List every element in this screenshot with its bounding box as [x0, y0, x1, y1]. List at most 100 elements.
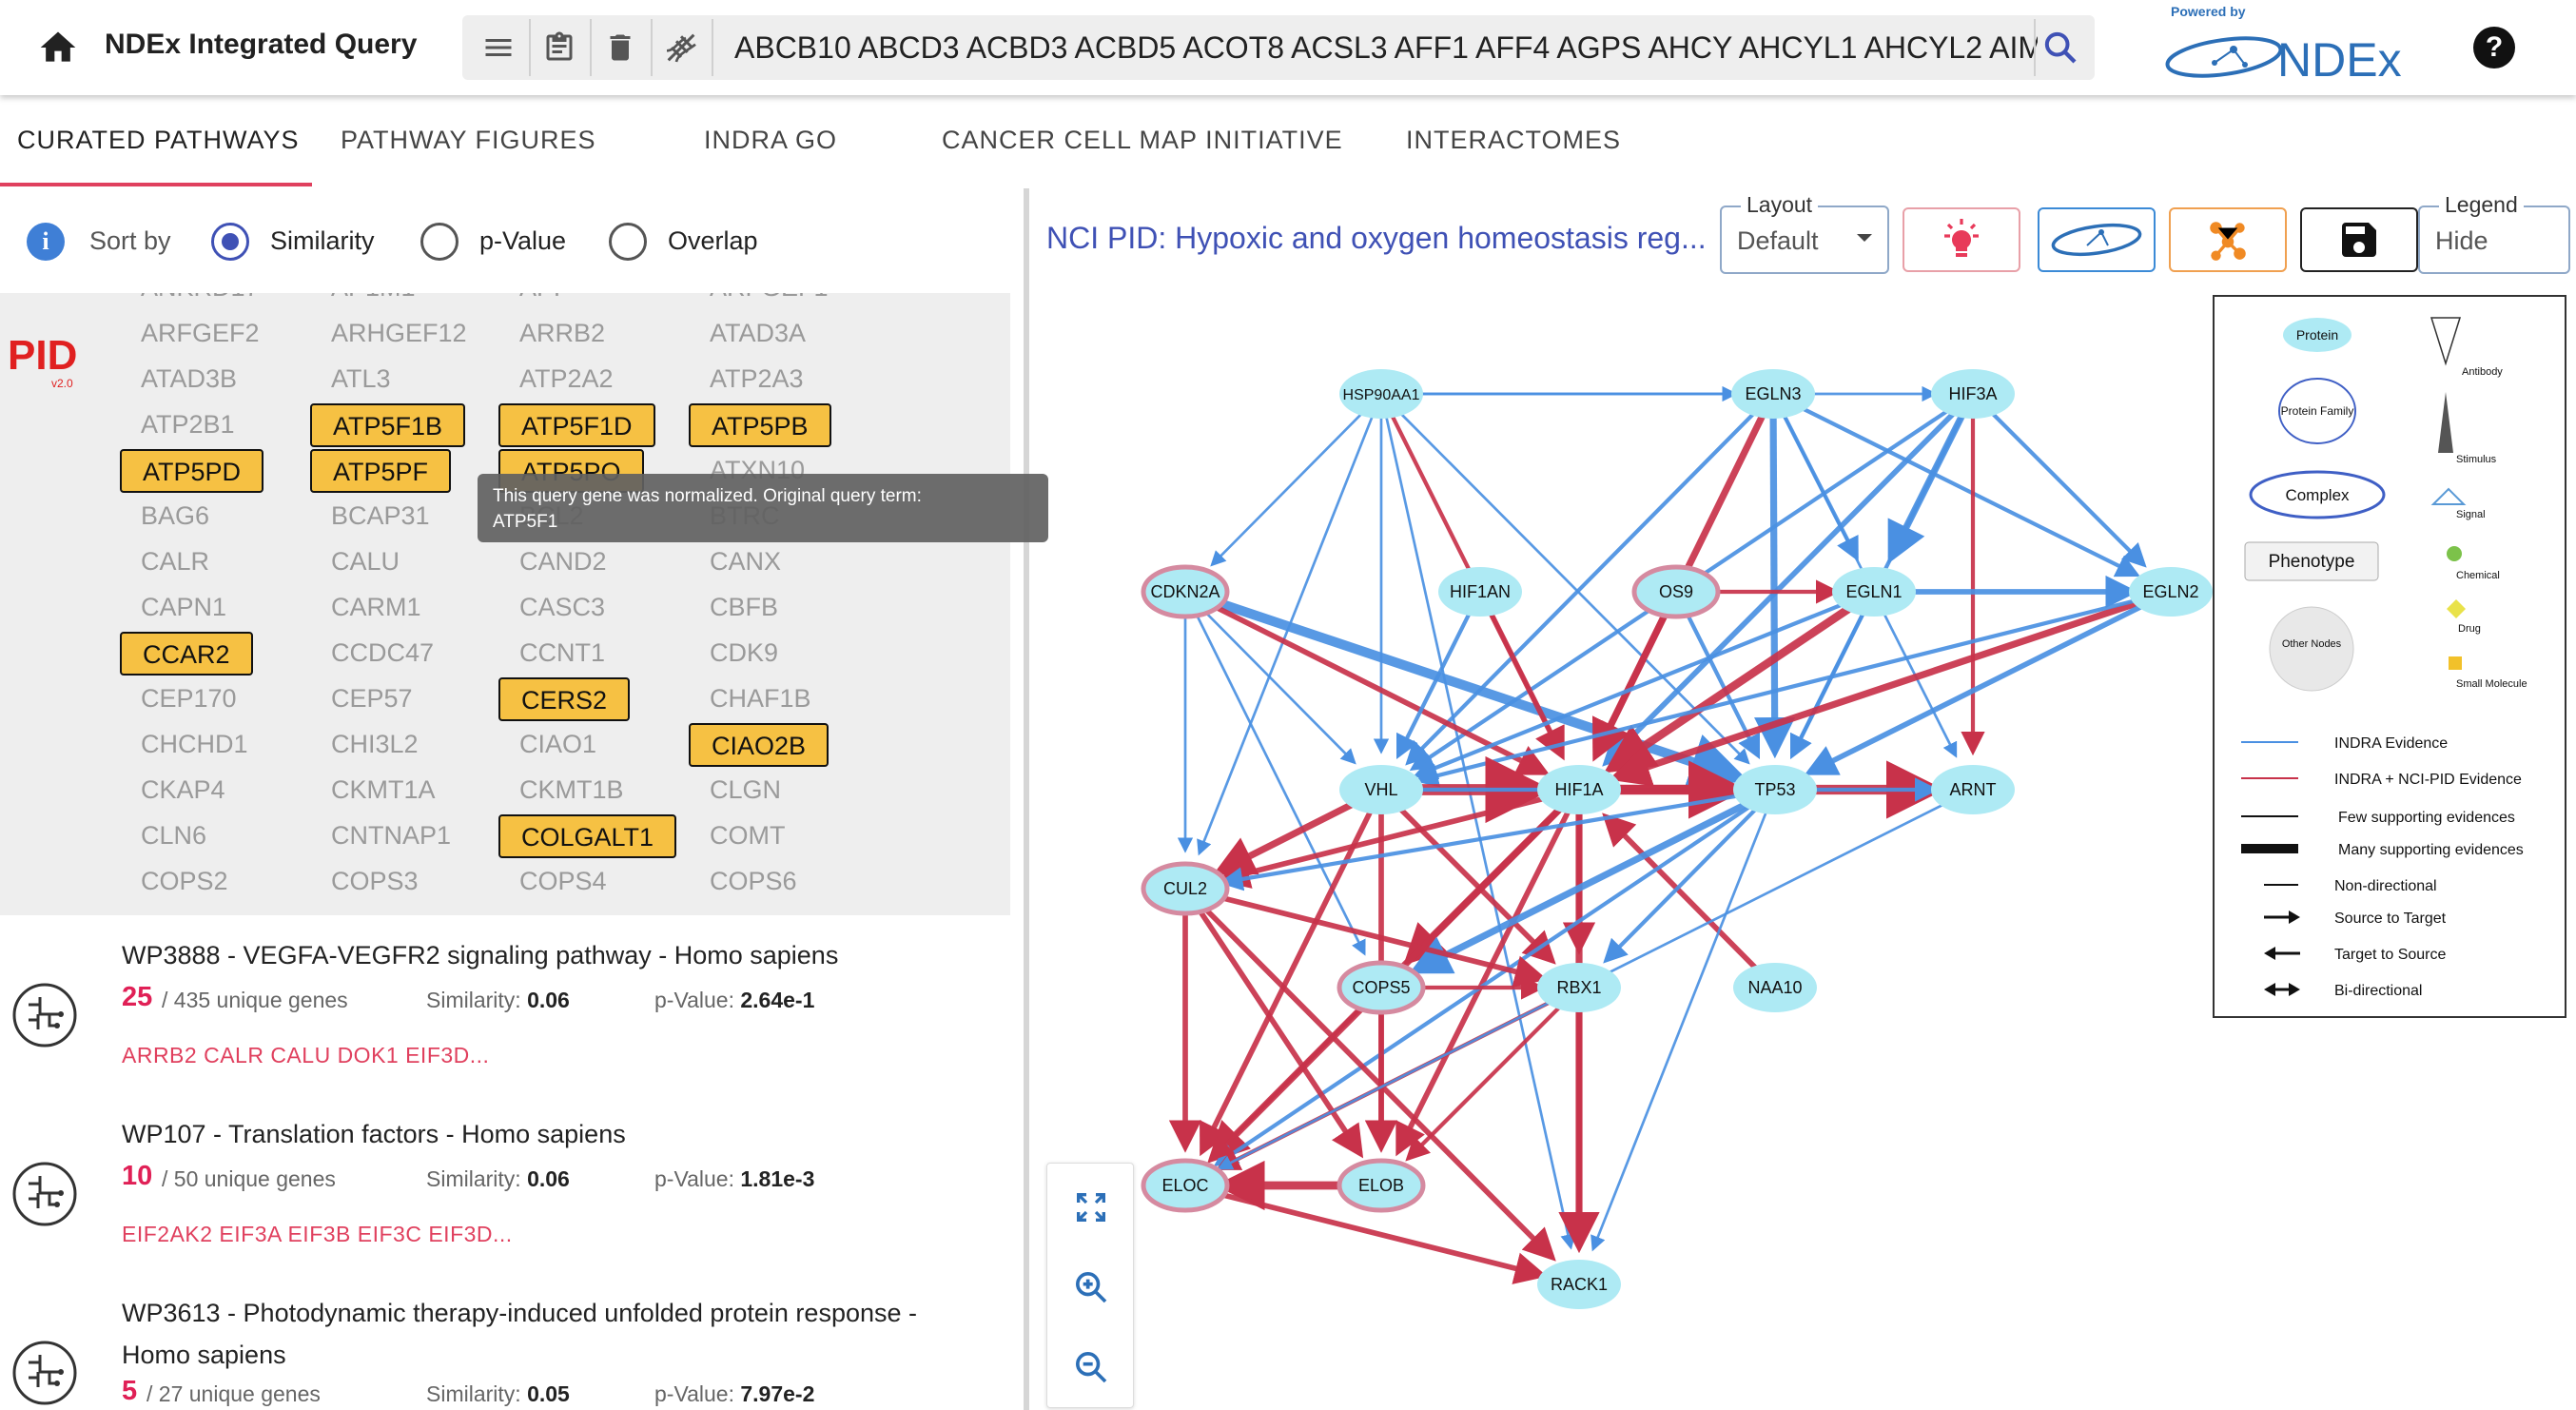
network-edge[interactable]: [1204, 599, 1551, 775]
network-node[interactable]: ELOC: [1141, 1158, 1230, 1213]
gene-chip[interactable]: AP1M1: [312, 293, 435, 310]
gene-chip[interactable]: BCAP31: [312, 495, 449, 539]
network-node[interactable]: RBX1: [1537, 963, 1621, 1012]
gene-chip[interactable]: ATP5PD: [120, 449, 264, 493]
gene-chip[interactable]: CHAF1B: [691, 677, 830, 721]
gene-chip[interactable]: ATP2B1: [122, 403, 254, 447]
gene-chip[interactable]: CIAO2B: [689, 723, 829, 767]
dna-icon[interactable]: [654, 23, 708, 72]
gene-chip[interactable]: COPS2: [122, 860, 247, 904]
result-title[interactable]: WP3613 - Photodynamic therapy-induced un…: [122, 1292, 978, 1376]
open-ndex-button[interactable]: [2038, 207, 2156, 272]
gene-chip[interactable]: CDK9: [691, 632, 797, 676]
gene-chip[interactable]: ATP2A3: [691, 358, 823, 401]
gene-chip[interactable]: CEP57: [312, 677, 432, 721]
open-cytoscape-button[interactable]: [2169, 207, 2287, 272]
gene-chip[interactable]: CKMT1A: [312, 769, 455, 813]
tab-cancer-cell-map[interactable]: CANCER CELL MAP INITIATIVE: [942, 126, 1343, 155]
gene-chip[interactable]: COPS3: [312, 860, 438, 904]
gene-chip[interactable]: ANKRD17: [122, 293, 279, 310]
network-edge[interactable]: [1210, 409, 1367, 567]
result-item[interactable]: WP107 - Translation factors - Homo sapie…: [0, 1113, 1010, 1284]
gene-chip[interactable]: CIAO1: [500, 723, 615, 767]
network-node[interactable]: ARNT: [1931, 765, 2015, 814]
network-edge[interactable]: [1200, 607, 1356, 765]
clipboard-icon[interactable]: [533, 23, 586, 72]
network-node[interactable]: EGLN3: [1731, 369, 1815, 419]
network-edge[interactable]: [1603, 600, 1858, 774]
gene-chip[interactable]: CERS2: [498, 677, 631, 721]
network-edge[interactable]: [1792, 401, 2140, 578]
gene-chip[interactable]: COPS4: [500, 860, 626, 904]
tab-indra-go[interactable]: INDRA GO: [704, 126, 837, 155]
network-edge[interactable]: [1603, 804, 1761, 964]
gene-chip[interactable]: CHI3L2: [312, 723, 438, 767]
gene-chip[interactable]: CALR: [122, 540, 228, 584]
ndex-logo[interactable]: NDEx: [2165, 21, 2441, 89]
gene-chip[interactable]: ARFGEF1: [691, 293, 848, 310]
tab-interactomes[interactable]: INTERACTOMES: [1406, 126, 1621, 155]
network-node[interactable]: HSP90AA1: [1339, 369, 1423, 419]
network-edge[interactable]: [1213, 800, 1758, 1167]
help-icon[interactable]: ?: [2473, 27, 2515, 69]
gene-chip[interactable]: ATAD3B: [122, 358, 256, 401]
gene-chip[interactable]: CAPN1: [122, 586, 245, 630]
info-icon[interactable]: i: [27, 223, 65, 261]
gene-chip[interactable]: ATL3: [312, 358, 410, 401]
gene-chip[interactable]: CEP170: [122, 677, 256, 721]
zoom-in-icon[interactable]: [1066, 1263, 1116, 1312]
network-node[interactable]: CDKN2A: [1141, 564, 1230, 619]
tab-pathway-figures[interactable]: PATHWAY FIGURES: [341, 126, 596, 155]
gene-chip[interactable]: ARFGEF2: [122, 312, 279, 356]
network-edge[interactable]: [1754, 416, 1796, 759]
gene-chip[interactable]: CCDC47: [312, 632, 453, 676]
network-edge[interactable]: [1488, 611, 1565, 761]
network-node[interactable]: ELOB: [1337, 1158, 1426, 1213]
network-node[interactable]: HIF1A: [1537, 765, 1621, 814]
gene-chip[interactable]: CANX: [691, 540, 800, 584]
network-node[interactable]: COPS5: [1337, 960, 1426, 1015]
network-node[interactable]: NAA10: [1733, 963, 1817, 1012]
gene-chip[interactable]: CBFB: [691, 586, 797, 630]
network-node[interactable]: OS9: [1631, 564, 1721, 619]
network-node[interactable]: HIF1AN: [1438, 567, 1522, 617]
tab-curated-pathways[interactable]: CURATED PATHWAYS: [17, 126, 300, 155]
network-node[interactable]: RACK1: [1537, 1260, 1621, 1309]
gene-chip[interactable]: CAND2: [500, 540, 626, 584]
delete-icon[interactable]: [594, 23, 647, 72]
fit-icon[interactable]: [1066, 1183, 1116, 1232]
home-icon[interactable]: [36, 27, 80, 69]
result-title[interactable]: WP107 - Translation factors - Homo sapie…: [122, 1113, 978, 1155]
network-node[interactable]: HIF3A: [1931, 369, 2015, 419]
network-node[interactable]: VHL: [1339, 765, 1423, 814]
radio-overlap[interactable]: [609, 223, 647, 261]
network-edge[interactable]: [1804, 599, 2152, 775]
gene-chip[interactable]: ATP5F1B: [310, 403, 466, 447]
gene-chip[interactable]: ATP2A2: [500, 358, 633, 401]
gene-chip[interactable]: ATP5PF: [310, 449, 452, 493]
gene-chip[interactable]: COPS6: [691, 860, 816, 904]
gene-chip[interactable]: CLGN: [691, 769, 800, 813]
highlight-button[interactable]: [1903, 207, 2020, 272]
save-button[interactable]: [2300, 207, 2418, 272]
gene-chip[interactable]: ATAD3A: [691, 312, 825, 356]
gene-chip[interactable]: COMT: [691, 814, 804, 858]
legend-toggle[interactable]: Legend Hide: [2418, 192, 2570, 274]
search-icon[interactable]: [2032, 19, 2089, 76]
gene-chip[interactable]: CNTNAP1: [312, 814, 470, 858]
zoom-out-icon[interactable]: [1066, 1342, 1116, 1392]
gene-chip[interactable]: CKAP4: [122, 769, 244, 813]
result-item[interactable]: WP3613 - Photodynamic therapy-induced un…: [0, 1292, 1010, 1410]
radio-overlap-label[interactable]: Overlap: [668, 226, 758, 256]
result-title[interactable]: WP3888 - VEGFA-VEGFR2 signaling pathway …: [122, 934, 978, 976]
query-input[interactable]: ABCB10 ABCD3 ACBD3 ACBD5 ACOT8 ACSL3 AFF…: [734, 30, 2038, 66]
gene-chip[interactable]: CLN6: [122, 814, 225, 858]
radio-pvalue[interactable]: [420, 223, 459, 261]
gene-chip[interactable]: CASC3: [500, 586, 624, 630]
network-node[interactable]: EGLN2: [2129, 567, 2213, 617]
gene-chip[interactable]: BAG6: [122, 495, 228, 539]
gene-chip[interactable]: CHCHD1: [122, 723, 267, 767]
gene-chip[interactable]: CKMT1B: [500, 769, 643, 813]
network-node[interactable]: EGLN1: [1832, 567, 1916, 617]
gene-chip[interactable]: ARRB2: [500, 312, 624, 356]
